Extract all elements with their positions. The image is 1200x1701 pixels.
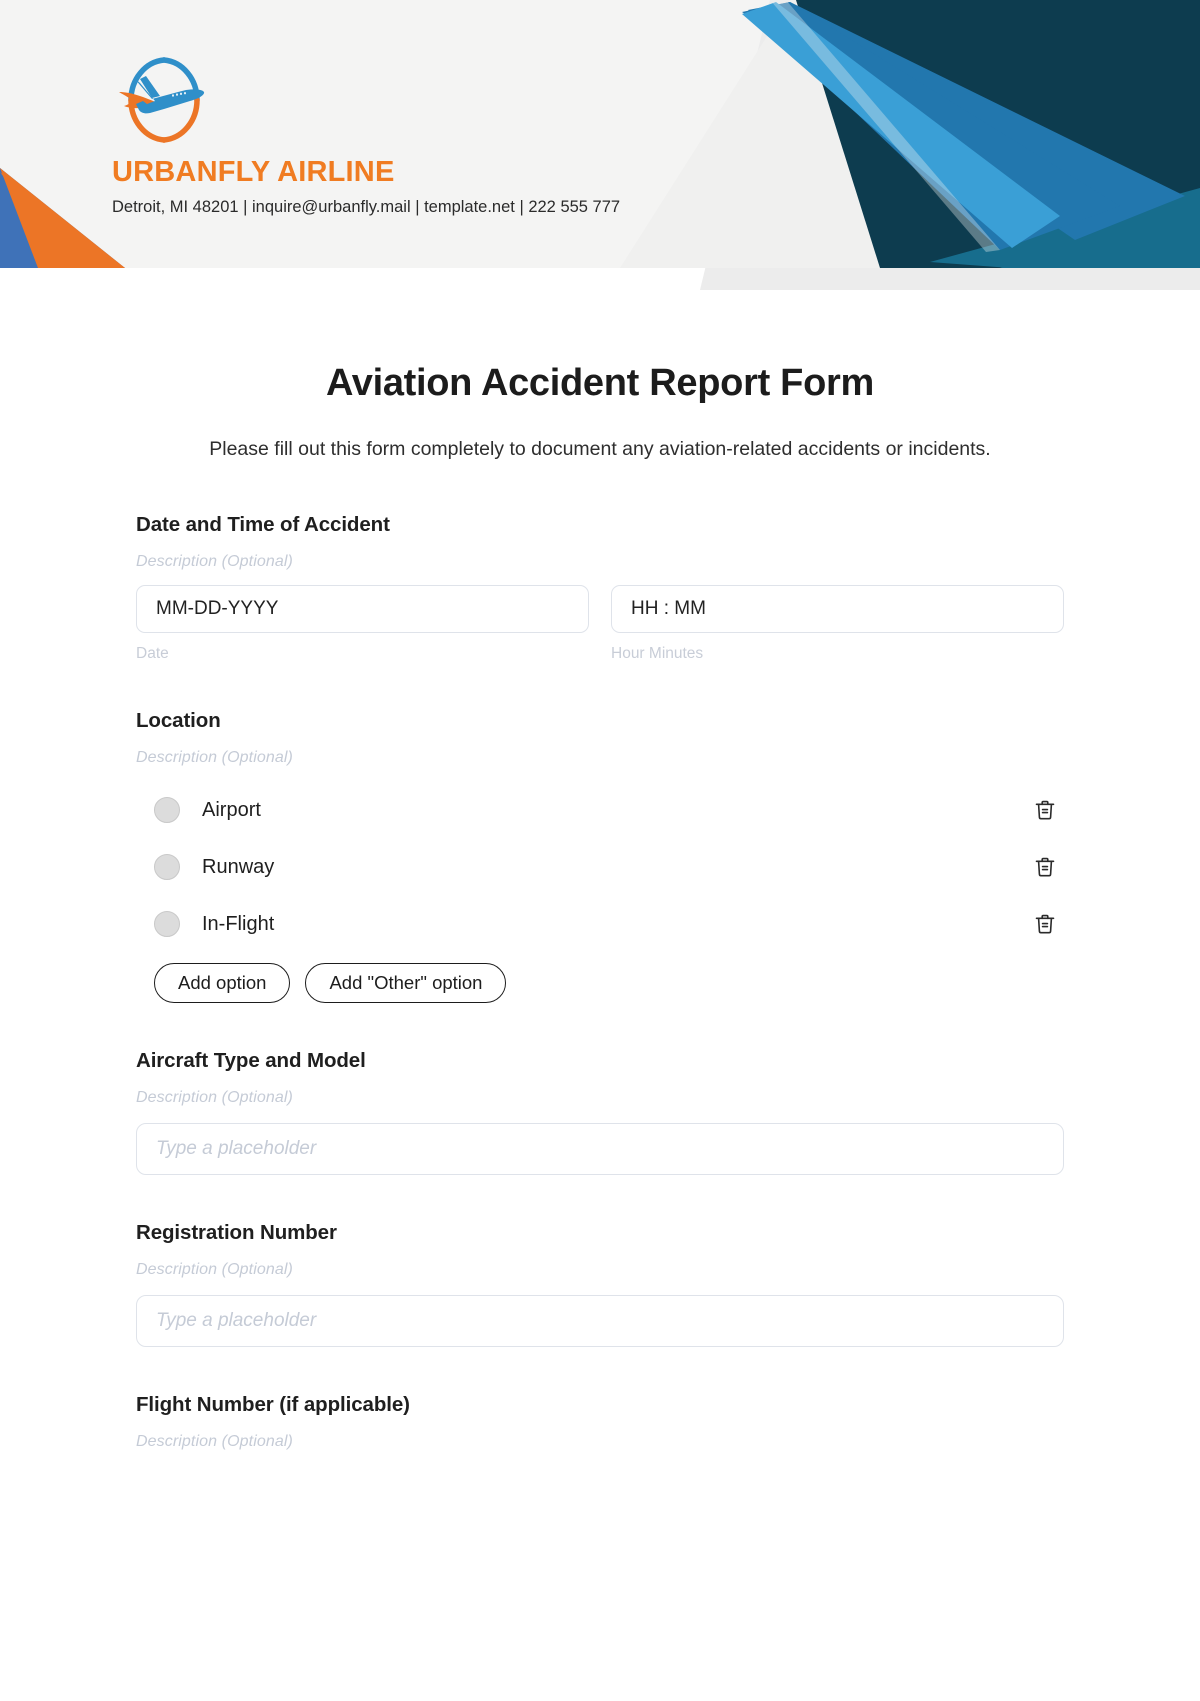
field-aircraft-type-and-model: Aircraft Type and Model Description (Opt… [136,1049,1064,1176]
option-label-in-flight: In-Flight [202,912,275,935]
time-input[interactable]: HH : MM [611,585,1064,634]
date-input[interactable]: MM-DD-YYYY [136,585,589,634]
field-label-flight-number: Flight Number (if applicable) [136,1393,410,1417]
option-label-runway: Runway [202,855,275,878]
airplane-in-circle-logo-icon [116,52,212,148]
option-label-airport: Airport [202,798,261,821]
brand-block: URBANFLY AIRLINE Detroit, MI 48201 | inq… [112,52,620,217]
option-row-runway[interactable]: Runway [136,848,1064,886]
aircraft-type-input[interactable]: Type a placeholder [136,1123,1064,1176]
field-label-location: Location [136,709,221,733]
field-date-and-time: Date and Time of Accident Description (O… [136,513,1064,663]
brand-contact-line: Detroit, MI 48201 | inquire@urbanfly.mai… [112,198,621,216]
date-column: MM-DD-YYYY Date [136,585,589,663]
field-label-date-and-time: Date and Time of Accident [136,513,390,537]
date-sublabel: Date [136,645,169,663]
field-description-registration-number: Description (Optional) [136,1261,293,1279]
option-row-airport[interactable]: Airport [136,791,1064,829]
field-description-location: Description (Optional) [136,749,293,767]
trash-icon-airport[interactable] [1030,795,1060,825]
add-option-button[interactable]: Add option [154,963,291,1004]
time-sublabel: Hour Minutes [611,645,704,663]
page-title: Aviation Accident Report Form [326,362,874,404]
brand-name: URBANFLY AIRLINE [112,156,395,188]
time-column: HH : MM Hour Minutes [611,585,1064,663]
add-option-button-row: Add option Add "Other" option [136,963,1064,1004]
trash-icon-runway[interactable] [1030,852,1060,882]
date-time-input-row: MM-DD-YYYY Date HH : MM Hour Minutes [136,585,1064,663]
option-row-in-flight[interactable]: In-Flight [136,905,1064,943]
form-page: URBANFLY AIRLINE Detroit, MI 48201 | inq… [0,0,1200,1701]
field-description-aircraft-type-and-model: Description (Optional) [136,1089,293,1107]
field-description-flight-number: Description (Optional) [136,1433,293,1451]
radio-button-runway[interactable] [154,854,180,881]
field-description-date-and-time: Description (Optional) [136,553,293,571]
trash-icon-in-flight[interactable] [1030,909,1060,939]
page-subtitle: Please fill out this form completely to … [209,438,991,460]
field-location: Location Description (Optional) Airport [136,709,1064,1004]
field-flight-number: Flight Number (if applicable) Descriptio… [136,1393,1064,1451]
radio-button-in-flight[interactable] [154,911,180,938]
form-body: Aviation Accident Report Form Please fil… [0,362,1200,1451]
add-other-option-button[interactable]: Add "Other" option [305,963,507,1004]
location-option-list: Airport Runway In-Flight [136,791,1064,943]
registration-input-wrap: Type a placeholder [136,1295,1064,1348]
letterhead-header: URBANFLY AIRLINE Detroit, MI 48201 | inq… [0,0,1200,290]
radio-button-airport[interactable] [154,797,180,824]
field-label-aircraft-type-and-model: Aircraft Type and Model [136,1049,366,1073]
field-registration-number: Registration Number Description (Optiona… [136,1221,1064,1348]
aircraft-input-wrap: Type a placeholder [136,1123,1064,1176]
registration-number-input[interactable]: Type a placeholder [136,1295,1064,1348]
field-label-registration-number: Registration Number [136,1221,337,1245]
